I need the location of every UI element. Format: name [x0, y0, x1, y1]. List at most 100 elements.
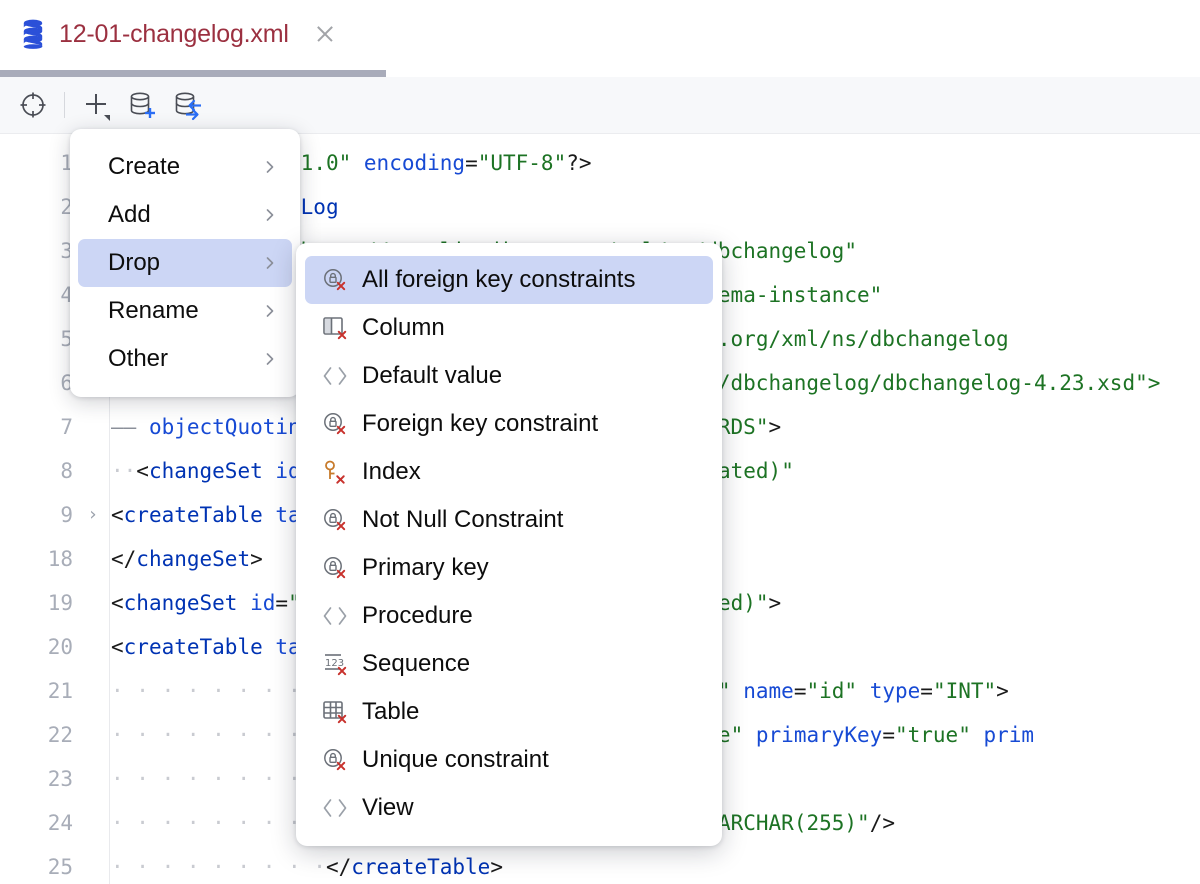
code-token: = [794, 679, 807, 703]
code-token [351, 151, 364, 175]
code-token: ?> [566, 151, 591, 175]
submenu-item-not-null-constraint[interactable]: Not Null Constraint [305, 496, 713, 544]
drop-submenu: All foreign key constraintsColumn Default… [296, 243, 722, 846]
submenu-item-label: Sequence [362, 650, 470, 678]
tab-title: 12-01-changelog.xml [59, 20, 289, 49]
submenu-item-sequence[interactable]: 123 Sequence [305, 640, 713, 688]
code-token: changeSet [149, 459, 263, 483]
code-token: "id" [806, 679, 857, 703]
database-add-icon [126, 89, 158, 121]
submenu-item-index[interactable]: Index [305, 448, 713, 496]
code-token: = [275, 591, 288, 615]
submenu-item-table[interactable]: Table [305, 688, 713, 736]
database-sync-icon [172, 89, 204, 121]
code-token: < [111, 591, 124, 615]
code-token: > [769, 591, 782, 615]
editor-tab[interactable]: 12-01-changelog.xml [0, 0, 354, 68]
database-add-button[interactable] [119, 83, 165, 127]
submenu-item-label: Primary key [362, 554, 489, 582]
code-token: </ [326, 855, 351, 879]
line-number: 24 [13, 801, 73, 845]
submenu-item-primary-key[interactable]: Primary key [305, 544, 713, 592]
primary-key-drop-icon [321, 554, 349, 582]
code-token: type [870, 679, 921, 703]
line-number: 25 [13, 845, 73, 884]
code-token: = [920, 679, 933, 703]
submenu-item-label: Not Null Constraint [362, 506, 563, 534]
code-token: "UTF-8" [478, 151, 567, 175]
chevron-right-icon [264, 161, 276, 173]
code-token: = [465, 151, 478, 175]
code-token: > [490, 855, 503, 879]
line-number: 7 [13, 405, 73, 449]
code-angle-brackets-icon [321, 794, 349, 822]
menu-item-label: Drop [108, 249, 160, 277]
submenu-item-unique-constraint[interactable]: Unique constraint [305, 736, 713, 784]
submenu-item-view[interactable]: View [305, 784, 713, 832]
line-number: 3 [13, 229, 73, 273]
line-number: 5 [13, 317, 73, 361]
chevron-right-icon [264, 353, 276, 365]
close-icon[interactable] [314, 23, 336, 45]
code-token [237, 591, 250, 615]
editor-tab-bar: 12-01-changelog.xml [0, 0, 1200, 68]
code-token: </ [111, 547, 136, 571]
submenu-item-all-foreign-key-constraints[interactable]: All foreign key constraints [305, 256, 713, 304]
menu-item-label: Other [108, 345, 168, 373]
code-token [263, 459, 276, 483]
code-token: > [768, 415, 781, 439]
sequence-drop-icon: 123 [321, 650, 349, 678]
menu-item-rename[interactable]: Rename [78, 287, 292, 335]
submenu-item-procedure[interactable]: Procedure [305, 592, 713, 640]
menu-item-label: Create [108, 153, 180, 181]
add-changeset-button[interactable] [73, 83, 119, 127]
unique-constraint-drop-icon [321, 746, 349, 774]
database-sync-button[interactable] [165, 83, 211, 127]
submenu-item-default-value[interactable]: Default value [305, 352, 713, 400]
line-number: 8 [13, 449, 73, 493]
submenu-item-column[interactable]: Column [305, 304, 713, 352]
tab-scrollbar-thumb[interactable] [0, 70, 386, 77]
menu-item-create[interactable]: Create [78, 143, 292, 191]
code-token: /> [870, 811, 895, 835]
menu-item-add[interactable]: Add [78, 191, 292, 239]
code-token [743, 723, 756, 747]
svg-text:123: 123 [325, 658, 344, 669]
code-line: </changeSet> [111, 537, 263, 581]
code-token: createTable [124, 635, 263, 659]
code-token: prim [984, 723, 1035, 747]
code-token: createTable [351, 855, 490, 879]
code-token: id [250, 591, 275, 615]
code-token: < [111, 635, 124, 659]
line-number: 19 [13, 581, 73, 625]
chevron-right-icon [264, 305, 276, 317]
toolbar-separator [64, 92, 65, 118]
code-token [971, 723, 984, 747]
line-number: 1 [13, 141, 73, 185]
code-token: primaryKey [756, 723, 882, 747]
foreign-key-drop-icon [321, 410, 349, 438]
line-number: 2 [13, 185, 73, 229]
submenu-item-label: Default value [362, 362, 502, 390]
code-token [731, 679, 744, 703]
fold-chevron-icon[interactable]: › [84, 493, 102, 537]
line-number: 6 [13, 361, 73, 405]
code-token: = [882, 723, 895, 747]
menu-item-drop[interactable]: Drop [78, 239, 292, 287]
code-token: createTable [124, 503, 263, 527]
code-token: < [111, 503, 124, 527]
index-key-drop-icon [321, 458, 349, 486]
submenu-item-foreign-key-constraint[interactable]: Foreign key constraint [305, 400, 713, 448]
add-changeset-icon [80, 89, 112, 121]
table-drop-icon [321, 698, 349, 726]
submenu-item-label: Unique constraint [362, 746, 549, 774]
code-token: "true" [895, 723, 971, 747]
locate-icon [18, 90, 48, 120]
locate-button[interactable] [10, 83, 56, 127]
code-token: changeSet [124, 591, 238, 615]
menu-item-other[interactable]: Other [78, 335, 292, 383]
submenu-item-label: Procedure [362, 602, 473, 630]
menu-item-label: Add [108, 201, 151, 229]
submenu-item-label: Table [362, 698, 419, 726]
code-token: · · · · · · · · · [111, 855, 326, 879]
